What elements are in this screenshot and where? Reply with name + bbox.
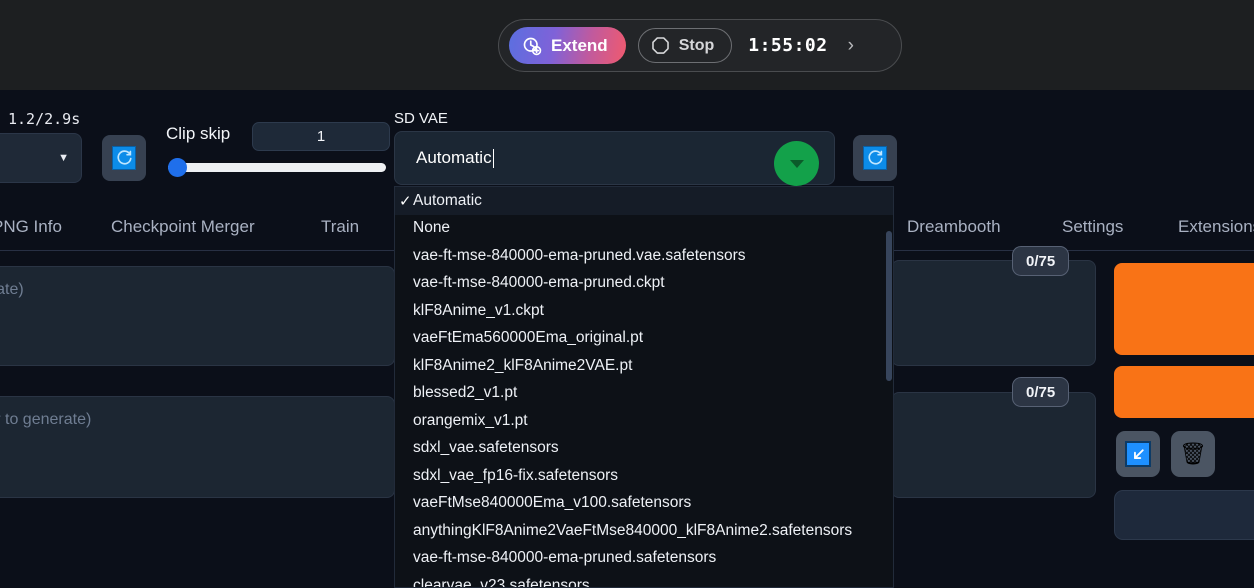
- sd-vae-input[interactable]: Automatic: [394, 131, 835, 186]
- generate-button[interactable]: [1114, 263, 1254, 355]
- sd-vae-option[interactable]: klF8Anime2_klF8Anime2VAE.pt: [395, 352, 893, 380]
- tab-dreambooth[interactable]: Dreambooth: [907, 217, 1001, 237]
- clip-skip-label: Clip skip: [166, 124, 231, 143]
- sd-vae-dropdown-toggle[interactable]: [774, 141, 819, 186]
- sd-vae-label: SD VAE: [394, 110, 448, 127]
- dropdown-scrollbar-thumb[interactable]: [886, 231, 892, 381]
- prompt-token-panel-top[interactable]: [891, 260, 1096, 366]
- secondary-orange-button[interactable]: [1114, 366, 1254, 418]
- send-to-button[interactable]: [1116, 431, 1160, 477]
- sd-vae-option-label: klF8Anime_v1.ckpt: [413, 301, 544, 319]
- extend-button[interactable]: Extend: [509, 27, 626, 64]
- extend-button-label: Extend: [551, 35, 608, 55]
- dropdown-scrollbar[interactable]: [886, 187, 892, 587]
- sd-vae-option-label: Automatic: [413, 191, 482, 209]
- sd-vae-option-label: sdxl_vae_fp16-fix.safetensors: [413, 466, 619, 484]
- prompt-token-panel-bottom[interactable]: [891, 392, 1096, 498]
- sd-vae-option[interactable]: anythingKlF8Anime2VaeFtMse840000_klF8Ani…: [395, 517, 893, 545]
- sd-vae-option[interactable]: klF8Anime_v1.ckpt: [395, 297, 893, 325]
- sd-vae-option[interactable]: blessed2_v1.pt: [395, 380, 893, 408]
- tab-checkpoint-merger[interactable]: Checkpoint Merger: [111, 217, 255, 237]
- sd-vae-option[interactable]: sdxl_vae_fp16-fix.safetensors: [395, 462, 893, 490]
- sd-vae-option-list: ✓ Automatic None vae-ft-mse-840000-ema-prun…: [395, 187, 893, 588]
- negative-prompt-placeholder: nter to generate): [0, 411, 92, 428]
- arrow-down-left-icon: [1125, 441, 1151, 467]
- clock-plus-icon: [522, 36, 542, 56]
- sd-vae-option-label: anythingKlF8Anime2VaeFtMse840000_klF8Ani…: [413, 521, 853, 539]
- token-counter-negative: 0/75: [1012, 377, 1070, 407]
- delete-button[interactable]: 🗑: [1171, 431, 1215, 477]
- session-toolbar: Extend Stop 1:55:02 ›: [0, 0, 1254, 90]
- clip-skip-slider[interactable]: [168, 158, 386, 177]
- sd-vae-option-label: vae-ft-mse-840000-ema-pruned.ckpt: [413, 274, 665, 292]
- app-root: Extend Stop 1:55:02 › 1.2/2.9s [853 ▼: [0, 0, 1254, 588]
- sd-vae-input-value-wrap: Automatic: [416, 132, 495, 184]
- refresh-icon: [112, 146, 136, 170]
- check-icon: ✓: [399, 192, 412, 210]
- sd-vae-option-label: blessed2_v1.pt: [413, 384, 518, 402]
- tab-settings[interactable]: Settings: [1062, 217, 1123, 237]
- sd-vae-option-label: clearvae_v23.safetensors: [413, 576, 590, 588]
- text-cursor: [492, 148, 495, 168]
- sd-vae-dropdown-menu[interactable]: ✓ Automatic None vae-ft-mse-840000-ema-prun…: [394, 186, 894, 588]
- sd-vae-option[interactable]: vaeFtMse840000Ema_v100.safetensors: [395, 490, 893, 518]
- chevron-right-icon[interactable]: ›: [848, 36, 854, 55]
- trash-icon: 🗑: [1179, 441, 1207, 466]
- sd-vae-option-label: sdxl_vae.safetensors: [413, 439, 559, 457]
- sd-vae-option-label: vaeFtEma560000Ema_original.pt: [413, 329, 644, 347]
- tab-png-info[interactable]: PNG Info: [0, 217, 62, 237]
- clip-skip-slider-track: [168, 163, 386, 172]
- sd-vae-option-label: orangemix_v1.pt: [413, 411, 528, 429]
- sd-vae-option[interactable]: orangemix_v1.pt: [395, 407, 893, 435]
- sd-vae-option[interactable]: vae-ft-mse-840000-ema-pruned.ckpt: [395, 270, 893, 298]
- sd-vae-option[interactable]: vaeFtEma560000Ema_original.pt: [395, 325, 893, 353]
- sd-vae-option-label: vaeFtMse840000Ema_v100.safetensors: [413, 494, 692, 512]
- caret-down-icon: [789, 159, 804, 168]
- positive-prompt-textarea[interactable]: nerate): [0, 266, 395, 366]
- sd-vae-option[interactable]: sdxl_vae.safetensors: [395, 435, 893, 463]
- clip-skip-slider-knob[interactable]: [168, 158, 187, 177]
- token-counter-positive: 0/75: [1012, 246, 1070, 276]
- sd-vae-option-label: vae-ft-mse-840000-ema-pruned.safetensors: [413, 549, 717, 567]
- sd-vae-option[interactable]: vae-ft-mse-840000-ema-pruned.vae.safeten…: [395, 242, 893, 270]
- sd-vae-option-label: None: [413, 219, 451, 237]
- sd-vae-option[interactable]: None: [395, 215, 893, 243]
- sd-vae-option[interactable]: vae-ft-mse-840000-ema-pruned.safetensors: [395, 545, 893, 573]
- positive-prompt-placeholder: nerate): [0, 281, 24, 298]
- sd-vae-input-value: Automatic: [416, 148, 492, 167]
- refresh-vae-button[interactable]: [853, 135, 897, 181]
- refresh-icon: [863, 146, 887, 170]
- caret-down-icon: ▼: [58, 152, 69, 164]
- sd-vae-option-label: klF8Anime2_klF8Anime2VAE.pt: [413, 356, 633, 374]
- generation-timing-text: 1.2/2.9s: [8, 110, 81, 128]
- clip-skip-value-input[interactable]: 1: [252, 122, 390, 151]
- octagon-icon: [651, 36, 670, 55]
- clip-skip-value: 1: [316, 128, 326, 145]
- refresh-checkpoint-button[interactable]: [102, 135, 146, 181]
- sd-vae-option[interactable]: ✓ Automatic: [395, 187, 893, 215]
- tab-train[interactable]: Train: [321, 217, 359, 237]
- checkpoint-select[interactable]: [853 ▼: [0, 133, 82, 183]
- session-pill: Extend Stop 1:55:02 ›: [498, 19, 902, 72]
- sd-vae-option-label: vae-ft-mse-840000-ema-pruned.vae.safeten…: [413, 246, 746, 264]
- sd-vae-option[interactable]: clearvae_v23.safetensors: [395, 572, 893, 588]
- styles-panel[interactable]: [1114, 490, 1254, 540]
- tab-extensions[interactable]: Extensions: [1178, 217, 1254, 237]
- stop-button[interactable]: Stop: [637, 28, 733, 63]
- session-time-remaining: 1:55:02: [748, 35, 828, 56]
- negative-prompt-textarea[interactable]: nter to generate): [0, 396, 395, 498]
- stop-button-label: Stop: [678, 36, 715, 54]
